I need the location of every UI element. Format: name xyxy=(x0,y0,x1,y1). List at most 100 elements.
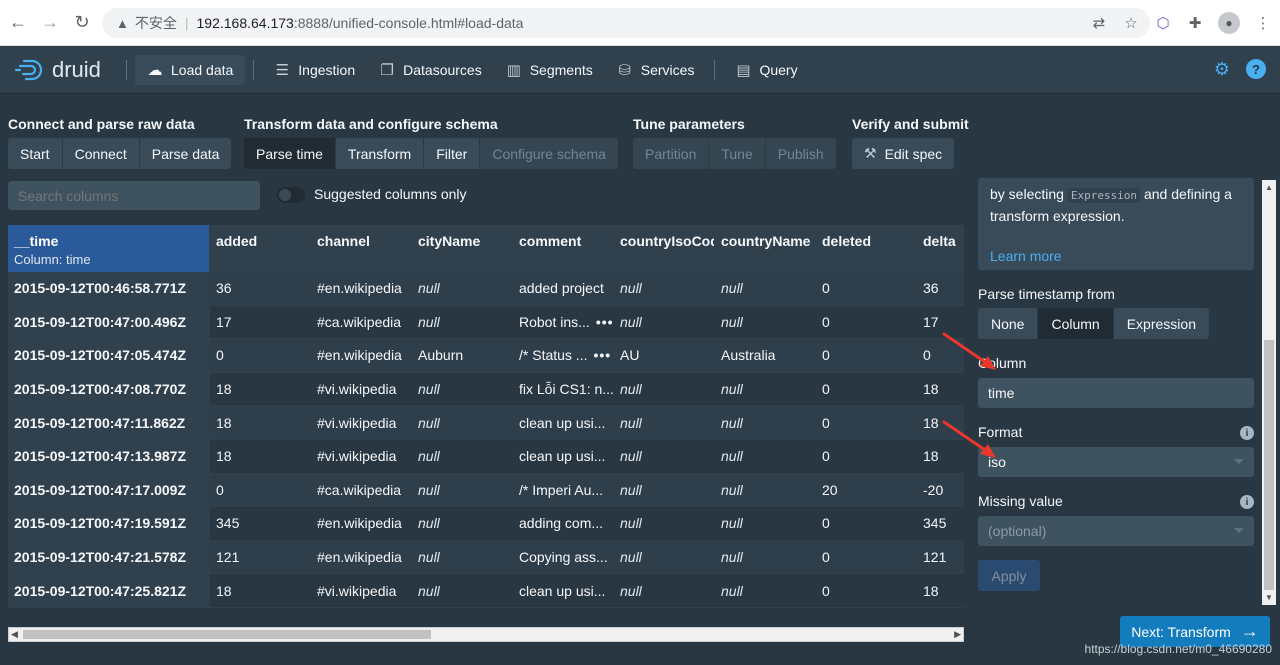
cell-added: 0 xyxy=(210,339,311,372)
cell-comment: adding com... xyxy=(513,507,614,540)
profile-avatar-icon[interactable]: ● xyxy=(1218,12,1240,34)
reload-icon[interactable]: ↻ xyxy=(68,9,96,37)
database-icon: ⛁ xyxy=(618,61,632,79)
help-icon[interactable]: ? xyxy=(1246,59,1266,79)
nav-query[interactable]: ▤ Query xyxy=(723,55,809,85)
cell-text: 0 xyxy=(822,313,830,330)
menu-kebab-icon[interactable]: ⋮ xyxy=(1254,14,1272,32)
annotation-arrow-icon xyxy=(942,332,996,370)
step-parse-time-button[interactable]: Parse time xyxy=(244,138,336,169)
step-publish-button[interactable]: Publish xyxy=(765,138,836,169)
settings-gear-icon[interactable]: ⚙ xyxy=(1212,59,1232,79)
cell-cityname: null xyxy=(412,507,513,540)
column-header-deleted[interactable]: deleted xyxy=(816,225,917,272)
cell-countryisocode: null xyxy=(614,507,715,540)
step-filter-button[interactable]: Filter xyxy=(424,138,481,169)
column-header-comment[interactable]: comment xyxy=(513,225,614,272)
cell-countryname: null xyxy=(715,507,816,540)
scroll-right-icon[interactable]: ▶ xyxy=(954,629,961,640)
cell-delta: 36 xyxy=(917,272,964,305)
step-configure-schema-button[interactable]: Configure schema xyxy=(480,138,618,169)
cell-text: clean up usi... xyxy=(519,582,606,599)
more-dots-icon[interactable]: ••• xyxy=(596,314,614,330)
parse-column-button[interactable]: Column xyxy=(1038,308,1114,339)
step-tune-button[interactable]: Tune xyxy=(709,138,766,169)
cell-cityname: null xyxy=(412,406,513,439)
forward-arrow-icon[interactable]: → xyxy=(36,9,64,37)
wrench-icon: ⚒ xyxy=(864,145,877,161)
address-bar[interactable]: ▲ 不安全 | 192.168.64.173:8888/unified-cons… xyxy=(102,8,1150,38)
learn-more-link[interactable]: Learn more xyxy=(990,246,1242,266)
druid-logo[interactable]: druid xyxy=(14,57,124,83)
column-header-countryname[interactable]: countryName xyxy=(715,225,816,272)
cell-text: Copying ass... xyxy=(519,549,608,566)
cell-text: AU xyxy=(620,347,640,364)
step-group-title: Connect and parse raw data xyxy=(8,116,195,132)
nav-datasources-label: Datasources xyxy=(403,61,482,78)
column-header-delta[interactable]: delta xyxy=(917,225,964,272)
column-header-added[interactable]: added xyxy=(210,225,311,272)
cell-text: 0 xyxy=(822,515,830,532)
more-dots-icon[interactable]: ••• xyxy=(593,347,611,363)
cell-text: 0 xyxy=(216,481,224,498)
back-arrow-icon[interactable]: ← xyxy=(4,9,32,37)
cell-deleted: 0 xyxy=(816,541,917,574)
cell-text: adding com... xyxy=(519,515,604,532)
scroll-up-icon[interactable]: ▲ xyxy=(1265,183,1273,192)
step-partition-button[interactable]: Partition xyxy=(633,138,710,169)
step-parse-data-button[interactable]: Parse data xyxy=(139,138,232,169)
cell-text: null xyxy=(620,582,642,599)
url-path: :8888/unified-console.html#load-data xyxy=(293,15,524,31)
cell-comment: added project xyxy=(513,272,614,305)
cell-channel: #en.wikipedia xyxy=(311,507,412,540)
cell-channel: #en.wikipedia xyxy=(311,272,412,305)
column-header-time[interactable]: __time Column: time xyxy=(8,225,210,272)
translate-icon[interactable]: ⇄ xyxy=(1090,14,1108,32)
cell-text: Australia xyxy=(721,347,776,364)
panel-vertical-scrollbar[interactable]: ▲ ▼ xyxy=(1262,180,1276,605)
multi-select-icon: ❐ xyxy=(380,61,394,79)
missing-value-select[interactable]: (optional) xyxy=(978,516,1254,546)
format-info-icon[interactable]: i xyxy=(1240,426,1254,440)
nav-segments[interactable]: ▥ Segments xyxy=(494,55,605,85)
step-group-title: Verify and submit xyxy=(852,116,969,132)
cell-text: #en.wikipedia xyxy=(317,515,402,532)
step-transform-button[interactable]: Transform xyxy=(335,138,425,169)
scrollbar-thumb[interactable] xyxy=(23,630,431,639)
cell-text: 0 xyxy=(822,414,830,431)
suggested-columns-toggle[interactable] xyxy=(277,187,305,203)
missing-value-info-icon[interactable]: i xyxy=(1240,495,1254,509)
cell-countryname: null xyxy=(715,541,816,574)
bookmark-star-icon[interactable]: ☆ xyxy=(1122,14,1140,32)
horizontal-scrollbar[interactable]: ◀ ▶ xyxy=(8,627,964,642)
column-header-channel[interactable]: channel xyxy=(311,225,412,272)
nav-ingestion[interactable]: ☰ Ingestion xyxy=(262,55,367,85)
cell-text: null xyxy=(721,280,743,297)
column-header-countryisocode[interactable]: countryIsoCod xyxy=(614,225,715,272)
cell-text: 17 xyxy=(923,313,939,330)
column-header-cityname[interactable]: cityName xyxy=(412,225,513,272)
nav-load-data[interactable]: ☁ Load data xyxy=(135,54,246,85)
scroll-down-icon[interactable]: ▼ xyxy=(1265,593,1273,602)
step-edit-spec-button[interactable]: ⚒ Edit spec xyxy=(852,138,955,169)
nav-services[interactable]: ⛁ Services xyxy=(605,55,707,85)
cell-text: null xyxy=(721,313,743,330)
cell-added: 0 xyxy=(210,474,311,507)
info-callout: by selecting Expression and defining a t… xyxy=(978,178,1254,270)
cell-time: 2015-09-12T00:47:19.591Z xyxy=(8,507,210,540)
scrollbar-thumb[interactable] xyxy=(1264,340,1274,590)
column-input[interactable]: time xyxy=(978,378,1254,408)
format-select[interactable]: iso xyxy=(978,447,1254,477)
extensions-puzzle-icon[interactable]: ✚ xyxy=(1186,14,1204,32)
apply-button[interactable]: Apply xyxy=(978,560,1040,591)
search-columns-input[interactable] xyxy=(8,181,260,210)
cell-text: null xyxy=(418,448,440,465)
parse-expression-button[interactable]: Expression xyxy=(1113,308,1209,339)
cell-added: 18 xyxy=(210,406,311,439)
nav-datasources[interactable]: ❐ Datasources xyxy=(367,55,494,85)
scroll-left-icon[interactable]: ◀ xyxy=(11,629,18,640)
step-start-button[interactable]: Start xyxy=(8,138,63,169)
step-connect-button[interactable]: Connect xyxy=(62,138,140,169)
cell-text: /* Status ... xyxy=(519,347,588,364)
extension-cube-icon[interactable]: ⬡ xyxy=(1154,14,1172,32)
